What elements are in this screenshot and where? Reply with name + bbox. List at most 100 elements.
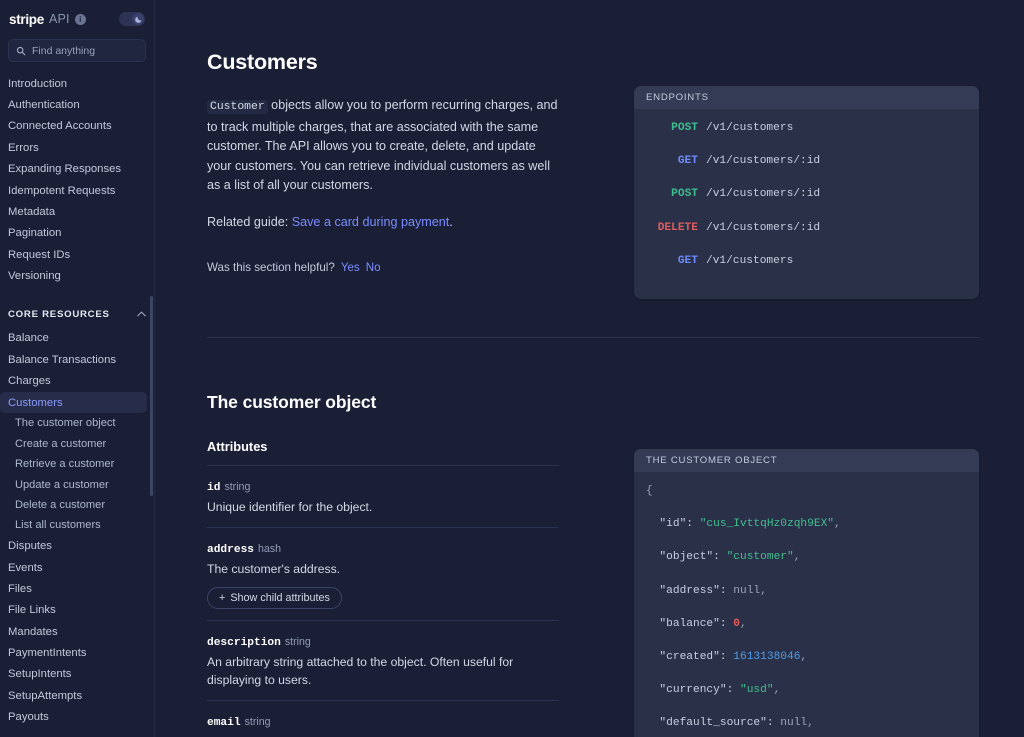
json-line: "default_source": null, (646, 715, 967, 732)
json-key: "created": (646, 650, 734, 663)
sidebar-item-disputes[interactable]: Disputes (0, 536, 155, 557)
json-comma: , (760, 584, 767, 597)
sidebar-item-errors[interactable]: Errors (0, 137, 155, 158)
sidebar-item-balance[interactable]: Balance (0, 328, 155, 349)
json-key: "object": (646, 551, 727, 564)
sidebar-section-label: CORE RESOURCES (8, 308, 110, 320)
json-value: null (733, 584, 761, 597)
json-comma: , (773, 684, 781, 697)
sidebar-item-pagination[interactable]: Pagination (0, 223, 155, 244)
sidebar-item-expanding-responses[interactable]: Expanding Responses (0, 159, 155, 180)
helpful-question: Was this section helpful? (207, 260, 335, 274)
sidebar-item-charges[interactable]: Charges (0, 371, 155, 392)
sidebar-item-balance-transactions[interactable]: Balance Transactions (0, 349, 155, 370)
json-value: 1613138046 (733, 650, 801, 663)
json-comma: , (834, 518, 841, 531)
endpoint-row[interactable]: GET/v1/customers/:id (646, 153, 967, 170)
endpoint-row[interactable]: POST/v1/customers (646, 120, 967, 137)
attribute-type: string (244, 715, 271, 728)
related-guide-period: . (449, 214, 453, 229)
json-key: "currency": (646, 684, 740, 697)
sidebar-item-introduction[interactable]: Introduction (0, 73, 155, 94)
search-icon (16, 46, 26, 56)
sidebar-section-core-resources[interactable]: CORE RESOURCES (0, 305, 155, 324)
json-key: "id": (646, 518, 700, 531)
customers-text-column: Customers Customer objects allow you to … (207, 0, 579, 299)
endpoint-path: /v1/customers/:id (706, 155, 821, 168)
endpoint-row[interactable]: GET/v1/customers (646, 253, 967, 270)
sidebar-subitem-delete-a-customer[interactable]: Delete a customer (0, 495, 155, 515)
sidebar-item-versioning[interactable]: Versioning (0, 265, 155, 286)
sidebar-item-authentication[interactable]: Authentication (0, 94, 155, 115)
helpful-no-button[interactable]: No (366, 261, 381, 274)
attribute-name: description (207, 636, 281, 649)
sidebar-item-file-links[interactable]: File Links (0, 600, 155, 621)
sidebar-item-paymentintents[interactable]: PaymentIntents (0, 642, 155, 663)
json-line: "created": 1613138046, (646, 649, 967, 666)
json-line: { (646, 483, 967, 500)
app-root: stripe API i / Introductio (0, 0, 1024, 737)
stripe-logo[interactable]: stripe (9, 12, 44, 27)
customers-section: Customers Customer objects allow you to … (155, 0, 1024, 299)
customer-object-section: The customer object Attributes id string … (155, 338, 1024, 737)
json-punctuation: { (646, 484, 653, 497)
endpoint-row[interactable]: POST/v1/customers/:id (646, 186, 967, 203)
attribute-name: address (207, 543, 254, 556)
related-guide-link[interactable]: Save a card during payment (292, 215, 450, 229)
sidebar-item-setupattempts[interactable]: SetupAttempts (0, 685, 155, 706)
sidebar-subitem-update-a-customer[interactable]: Update a customer (0, 474, 155, 494)
sidebar-item-idempotent-requests[interactable]: Idempotent Requests (0, 180, 155, 201)
attribute-type: string (224, 480, 251, 493)
sidebar-item-files[interactable]: Files (0, 578, 155, 599)
json-line: "object": "customer", (646, 549, 967, 566)
endpoints-panel: ENDPOINTS POST/v1/customers GET/v1/custo… (634, 86, 979, 299)
endpoint-row[interactable]: DELETE/v1/customers/:id (646, 220, 967, 237)
customer-object-code-column: THE CUSTOMER OBJECT { "id": "cus_IvttqHz… (579, 338, 979, 737)
sidebar-subitem-create-a-customer[interactable]: Create a customer (0, 434, 155, 454)
json-key: "default_source": (646, 717, 781, 730)
toggle-knob (132, 13, 144, 25)
sidebar-subitem-retrieve-a-customer[interactable]: Retrieve a customer (0, 454, 155, 474)
attribute-name: email (207, 716, 241, 729)
attribute-description: The customer's address. (207, 561, 341, 576)
show-child-attributes-label: Show child attributes (230, 591, 330, 604)
endpoint-verb: GET (677, 254, 698, 267)
sidebar-subitem-the-customer-object[interactable]: The customer object (0, 413, 155, 433)
show-child-attributes-button[interactable]: + Show child attributes (207, 586, 342, 609)
sidebar-item-events[interactable]: Events (0, 557, 155, 578)
sidebar-item-request-ids[interactable]: Request IDs (0, 244, 155, 265)
endpoint-verb: POST (671, 122, 698, 134)
endpoints-panel-header: ENDPOINTS (634, 86, 979, 109)
page-title: Customers (207, 50, 318, 74)
moon-icon (134, 16, 141, 23)
sidebar-item-mandates[interactable]: Mandates (0, 621, 155, 642)
sidebar-item-customers[interactable]: Customers (0, 391, 147, 414)
sidebar-item-metadata[interactable]: Metadata (0, 201, 155, 222)
sidebar-item-connected-accounts[interactable]: Connected Accounts (0, 116, 155, 137)
search-input[interactable] (32, 44, 155, 57)
helpful-feedback-row: Was this section helpful? Yes No (207, 261, 559, 274)
customer-object-panel: THE CUSTOMER OBJECT { "id": "cus_IvttqHz… (634, 448, 979, 737)
plus-icon: + (219, 591, 226, 604)
related-guide-line: Related guide: Save a card during paymen… (207, 215, 559, 229)
dark-mode-toggle[interactable] (119, 12, 145, 26)
sidebar-scrollbar[interactable] (150, 296, 153, 496)
json-value: "cus_IvttqHz0zqh9EX" (699, 518, 834, 531)
json-line: "id": "cus_IvttqHz0zqh9EX", (646, 516, 967, 533)
attribute-row-address: address hash The customer's address. + Sho… (207, 526, 559, 620)
brand-row: stripe API i (0, 4, 155, 34)
sidebar-item-setupintents[interactable]: SetupIntents (0, 664, 155, 685)
sidebar-subitem-list-all-customers[interactable]: List all customers (0, 515, 155, 535)
json-comma: , (740, 617, 747, 630)
json-comma: , (793, 551, 801, 564)
search-box[interactable]: / (8, 39, 155, 62)
attribute-description: Unique identifier for the object. (207, 499, 373, 514)
helpful-yes-button[interactable]: Yes (341, 261, 360, 274)
info-icon[interactable]: i (74, 13, 86, 25)
endpoint-verb: GET (677, 155, 698, 168)
endpoint-path: /v1/customers (706, 122, 794, 134)
attribute-name: id (207, 481, 221, 494)
sidebar: stripe API i / Introductio (0, 0, 155, 737)
sidebar-item-payouts[interactable]: Payouts (0, 707, 155, 728)
product-label: API (48, 12, 70, 26)
